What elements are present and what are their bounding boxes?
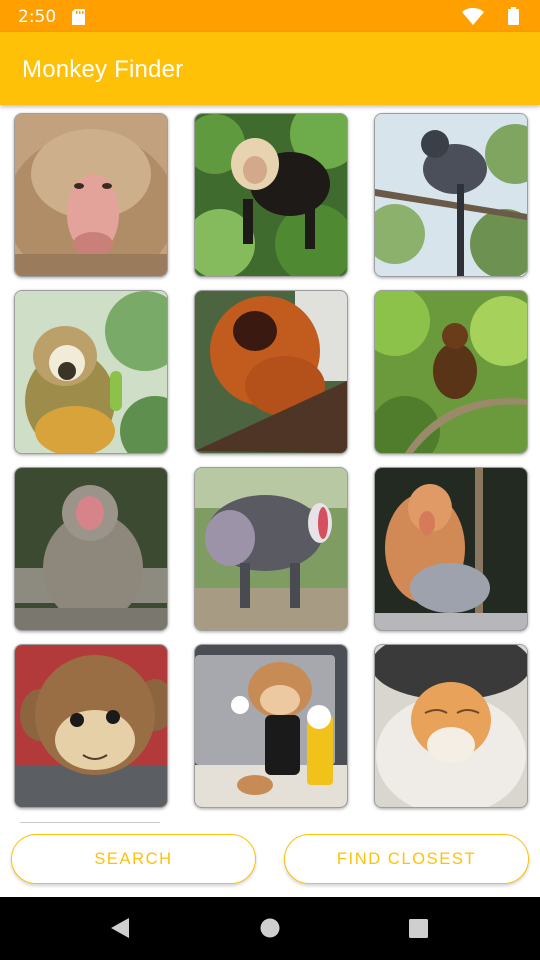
gallery-image-plush-monkey[interactable] <box>14 644 168 808</box>
app-title: Monkey Finder <box>22 56 184 83</box>
gallery-image-squirrel-monkey[interactable] <box>14 290 168 454</box>
battery-icon <box>508 7 519 30</box>
status-time: 2:50 <box>18 7 57 27</box>
sd-card-icon <box>72 9 85 30</box>
search-button[interactable]: SEARCH <box>11 834 256 884</box>
next-row-peek <box>20 822 160 826</box>
app-bar: Monkey Finder <box>0 32 540 105</box>
gallery-image-blue-monkey[interactable] <box>374 113 528 277</box>
wifi-icon <box>462 7 484 30</box>
monkey-gallery <box>0 105 540 825</box>
gallery-image-doc-langur[interactable] <box>374 644 528 808</box>
gallery-image-howler-monkey[interactable] <box>374 290 528 454</box>
gallery-image-proboscis-monkey[interactable] <box>374 467 528 631</box>
gallery-image-baboon[interactable] <box>14 113 168 277</box>
home-icon[interactable] <box>260 916 282 945</box>
navigation-bar <box>0 897 540 960</box>
find-closest-button[interactable]: FIND CLOSEST <box>284 834 529 884</box>
back-icon[interactable] <box>109 916 131 945</box>
gallery-image-japanese-macaque[interactable] <box>14 467 168 631</box>
gallery-image-capuchin[interactable] <box>194 113 348 277</box>
gallery-image-mandrill[interactable] <box>194 467 348 631</box>
status-bar: 2:50 <box>0 0 540 32</box>
recents-icon[interactable] <box>408 916 430 945</box>
gallery-image-golden-lion-tamarin[interactable] <box>194 290 348 454</box>
gallery-image-plush-monkey-with-laptop[interactable] <box>194 644 348 808</box>
